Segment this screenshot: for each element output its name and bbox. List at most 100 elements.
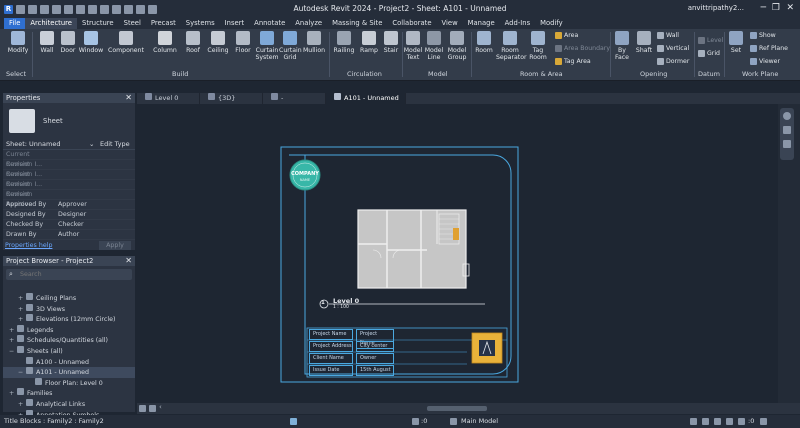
group-select[interactable]: Select [6,70,26,78]
view-tab-a101[interactable]: A101 - Unnamed [326,93,406,104]
undo-icon[interactable] [40,4,49,14]
viewer-button[interactable]: Viewer [750,58,780,65]
tab-structure[interactable]: Structure [77,18,119,29]
property-row[interactable]: Approved By Approver [3,200,135,210]
tab-file[interactable]: File [4,18,26,29]
dormer-button[interactable]: Dormer [657,58,689,65]
dimension-icon[interactable] [88,4,97,14]
room-separator-button[interactable]: Room Separator [496,31,527,61]
chevron-down-icon[interactable]: ⌄ [89,140,94,148]
railing-button[interactable]: Railing [332,31,356,54]
editable-only-icon[interactable] [412,418,419,425]
browser-item[interactable]: + Elevations (12mm Circle) [3,314,135,325]
property-value[interactable] [55,180,135,189]
tab-systems[interactable]: Systems [181,18,220,29]
stair-button[interactable]: Stair [381,31,401,54]
grid-button[interactable]: Grid [698,50,720,57]
property-value[interactable]: Checker [55,220,135,229]
browser-item[interactable]: + Analytical Links [3,398,135,410]
sections-icon[interactable] [124,4,133,14]
property-value[interactable] [55,150,135,159]
print-icon[interactable] [64,4,73,14]
by-face-button[interactable]: By Face [612,31,632,61]
roof-button[interactable]: Roof [182,31,204,54]
redo-icon[interactable] [52,4,61,14]
view-scale-icon[interactable] [139,405,146,412]
tab-modify[interactable]: Modify [535,18,568,29]
text-icon[interactable] [100,4,109,14]
switch-windows-icon[interactable] [148,4,157,14]
ramp-button[interactable]: Ramp [358,31,380,54]
edit-type-button[interactable]: Edit Type [100,140,130,148]
group-room-area[interactable]: Room & Area [520,70,563,78]
browser-item[interactable]: + Ceiling Plans [3,293,135,304]
property-value[interactable] [55,170,135,179]
property-row[interactable]: Checked By Checker [3,220,135,230]
workset-icon[interactable] [290,418,297,425]
browser-item[interactable]: A100 - Unnamed [3,356,135,368]
horizontal-scroll-thumb[interactable] [427,406,487,411]
browser-item[interactable]: +3D Views [3,303,135,315]
design-option-icon[interactable] [450,418,457,425]
thin-lines-icon[interactable] [136,4,145,14]
property-row[interactable]: Designed By Designer [3,210,135,220]
select-links-icon[interactable] [690,418,697,425]
tab-precast[interactable]: Precast [146,18,181,29]
select-pinned-icon[interactable] [714,418,721,425]
view-tab-level-0[interactable]: Level 0 [137,93,200,104]
model-group-button[interactable]: Model Group [445,31,469,61]
browser-item[interactable]: Floor Plan: Level 0 [3,377,135,389]
properties-help-link[interactable]: Properties help [5,241,52,250]
tab-architecture[interactable]: Architecture [25,18,77,29]
browser-item[interactable]: + Legends [3,324,135,336]
tab-add-ins[interactable]: Add-Ins [500,18,535,29]
property-row[interactable]: Drawn By Author [3,230,135,240]
mullion-button[interactable]: Mullion [302,31,326,54]
close-button[interactable]: ✕ [786,3,794,13]
tab-view[interactable]: View [437,18,463,29]
wall-button[interactable]: Wall [36,31,58,54]
search-input[interactable] [20,270,130,279]
instance-selector[interactable]: Sheet: Unnamed [6,140,61,148]
select-by-face-icon[interactable] [726,418,733,425]
property-value[interactable]: Author [55,230,135,239]
model-line-button[interactable]: Model Line [424,31,444,61]
curtain-grid-button[interactable]: Curtain Grid [279,31,302,61]
property-row[interactable]: Current Revision [3,190,135,208]
property-value[interactable]: Designer [55,210,135,219]
tab-massing-site[interactable]: Massing & Site [327,18,387,29]
window-button[interactable]: Window [78,31,104,54]
tab-analyze[interactable]: Analyze [290,18,327,29]
minimize-button[interactable]: ─ [761,3,766,13]
column-button[interactable]: Column [152,31,178,54]
view-tab-dash[interactable]: - [263,93,326,104]
drawing-canvas[interactable]: COMPANY NAME 1 Level 0 1 : 100 Project N… [137,104,778,403]
scroll-left-icon[interactable]: ‹ [159,403,162,411]
browser-item[interactable]: + Families [3,388,135,399]
property-row[interactable]: Current Revision I... [3,160,135,178]
set-button[interactable]: Set [727,31,745,54]
measure-icon[interactable] [76,4,85,14]
user-account[interactable]: anvittripathy2... [688,4,744,12]
type-selector[interactable]: Sheet [3,103,135,139]
tab-annotate[interactable]: Annotate [249,18,290,29]
component-button[interactable]: Component [106,31,146,54]
tab-steel[interactable]: Steel [119,18,146,29]
navigation-bar[interactable] [780,108,794,160]
drag-elements-icon[interactable] [738,418,745,425]
tag-area-button[interactable]: Tag Area [555,58,591,65]
pan-icon[interactable] [783,140,791,148]
main-model-select[interactable]: Main Model [461,415,498,428]
3d-view-icon[interactable] [112,4,121,14]
vertical-button[interactable]: Vertical [657,45,689,52]
tag-room-button[interactable]: Tag Room [526,31,550,61]
tab-collaborate[interactable]: Collaborate [387,18,436,29]
filter-icon[interactable] [760,418,767,425]
save-icon[interactable] [28,4,37,14]
zoom-icon[interactable] [783,126,791,134]
model-text-button[interactable]: Model Text [403,31,423,61]
title-block-value[interactable]: City center [356,341,394,352]
maximize-button[interactable]: ❐ [772,3,780,13]
room-button[interactable]: Room [473,31,495,54]
browser-item[interactable]: − A101 - Unnamed [3,367,135,378]
